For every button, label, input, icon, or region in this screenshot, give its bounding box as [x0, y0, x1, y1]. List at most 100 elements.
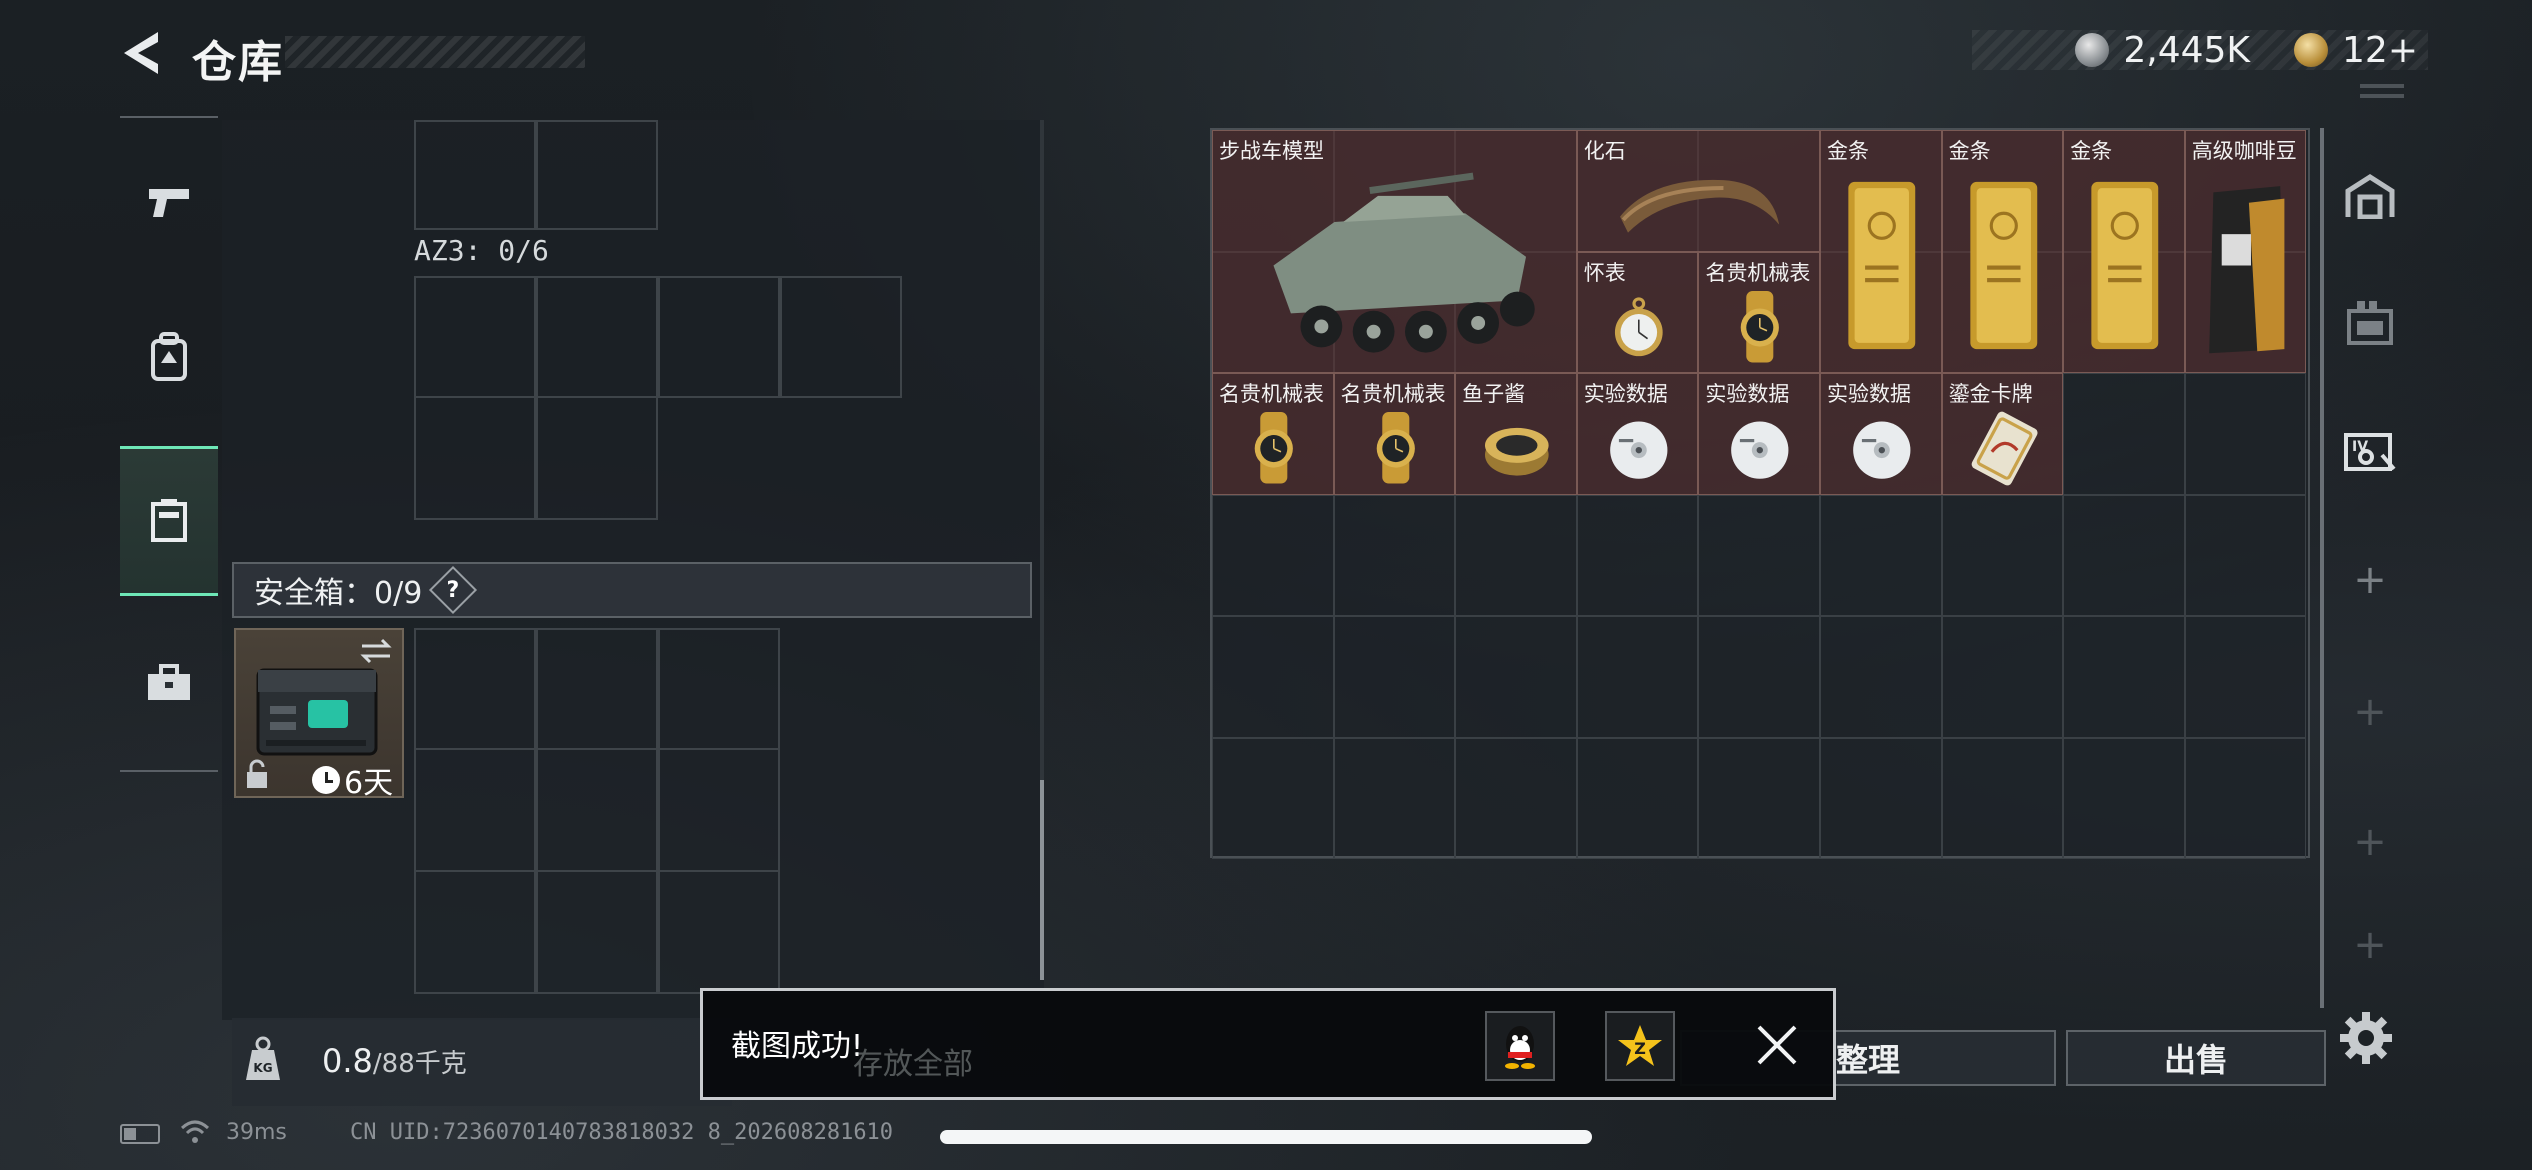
grid-cell[interactable]: [414, 748, 536, 872]
grid-cell[interactable]: [2184, 616, 2307, 738]
grid-cell[interactable]: [414, 396, 536, 520]
inventory-item-gold-bar[interactable]: 金条: [1941, 130, 2064, 373]
grid-cell[interactable]: [658, 276, 780, 398]
add-icon: +: [2353, 689, 2387, 735]
inventory-item-watch[interactable]: 名贵机械表: [1333, 373, 1456, 496]
grid-cell[interactable]: [1333, 616, 1456, 738]
grid-cell[interactable]: [1455, 494, 1577, 616]
inventory-item-coffee-bag[interactable]: 高级咖啡豆: [2184, 130, 2307, 373]
nav-weapons[interactable]: [120, 128, 218, 278]
add-icon: +: [2353, 922, 2387, 968]
right-nav-add-4[interactable]: +: [2330, 910, 2410, 980]
grid-cell[interactable]: [1212, 616, 1334, 738]
inventory-item-caviar[interactable]: 鱼子酱: [1455, 373, 1577, 495]
grid-cell[interactable]: [658, 870, 780, 994]
grid-cell[interactable]: [536, 870, 658, 994]
grid-cell[interactable]: [1212, 494, 1334, 616]
grid-cell[interactable]: [1455, 616, 1577, 738]
grid-cell[interactable]: [2184, 494, 2307, 616]
grid-cell[interactable]: [1820, 494, 1942, 616]
inventory-item-disc[interactable]: 实验数据: [1820, 373, 1942, 495]
grid-cell[interactable]: [1576, 737, 1699, 859]
silver-coin-icon: [2075, 33, 2110, 67]
share-qzone-button[interactable]: Z: [1605, 1011, 1675, 1081]
grid-cell[interactable]: [780, 276, 902, 398]
right-nav-add-2[interactable]: +: [2330, 652, 2410, 772]
grid-cell[interactable]: [536, 120, 658, 230]
grid-cell[interactable]: [1576, 616, 1699, 738]
grid-cell[interactable]: [536, 628, 658, 750]
grid-cell[interactable]: [1698, 737, 1820, 859]
grid-cell[interactable]: [2063, 737, 2185, 859]
right-nav-add-1[interactable]: +: [2330, 520, 2410, 640]
weight-current: 0.8: [322, 1042, 373, 1080]
inventory-item-ifv-model[interactable]: 步战车模型: [1212, 130, 1577, 373]
watch-icon: [1341, 404, 1451, 496]
back-arrow-icon[interactable]: [118, 28, 164, 78]
gear-icon[interactable]: [2338, 1010, 2394, 1066]
grid-cell[interactable]: [536, 748, 658, 872]
grid-cell[interactable]: [1455, 737, 1577, 859]
weight-max: /88千克: [372, 1049, 467, 1079]
grid-cell[interactable]: [1333, 494, 1456, 616]
nav-toolbox[interactable]: [120, 608, 218, 758]
inventory-item-disc[interactable]: 实验数据: [1698, 373, 1820, 495]
close-icon[interactable]: [1749, 1017, 1805, 1073]
inventory-item-pocket-watch[interactable]: 怀表: [1576, 251, 1699, 373]
safe-box-label: 安全箱：0/9: [254, 576, 423, 611]
grid-cell[interactable]: [658, 748, 780, 872]
right-nav-thumb[interactable]: [2320, 128, 2324, 1008]
grid-cell[interactable]: [2063, 616, 2185, 738]
right-nav-garage[interactable]: [2330, 136, 2410, 256]
disc-icon: [1827, 404, 1937, 496]
inventory-item-gilded-card[interactable]: 鎏金卡牌: [1941, 373, 2064, 495]
ticket-icon: IV: [2344, 433, 2396, 471]
grid-cell[interactable]: [1698, 494, 1820, 616]
home-indicator[interactable]: [940, 1130, 1592, 1144]
garage-icon: [2345, 174, 2395, 219]
grid-cell[interactable]: [1941, 616, 2064, 738]
title-decoration: [285, 36, 585, 68]
backpack-icon: [151, 332, 187, 381]
inventory-item-fossil[interactable]: 化石: [1576, 130, 1820, 252]
grid-cell[interactable]: [414, 120, 536, 230]
nav-backpack[interactable]: [120, 282, 218, 432]
grid-cell[interactable]: [536, 396, 658, 520]
inventory-item-disc[interactable]: 实验数据: [1576, 373, 1699, 495]
add-icon: +: [2353, 819, 2387, 865]
menu-lines-icon: [2360, 84, 2404, 98]
inventory-item-gold-bar[interactable]: 金条: [2063, 130, 2185, 373]
right-nav-add-3[interactable]: +: [2330, 782, 2410, 902]
nav-chest-rig[interactable]: [120, 446, 218, 596]
storage-grid: 步战车模型 化石 怀表 名贵机械表 金条 金条 金条 高级咖啡豆 名贵机械表 名贵机械表 鱼子酱实…: [1210, 128, 2310, 859]
weight-display: 0.8/88千克: [322, 1042, 467, 1080]
grid-cell[interactable]: [1941, 737, 2064, 859]
grid-cell[interactable]: [2184, 737, 2307, 859]
grid-cell[interactable]: [414, 870, 536, 994]
grid-cell[interactable]: [1576, 494, 1699, 616]
grid-cell[interactable]: [1820, 616, 1942, 738]
grid-cell[interactable]: [414, 276, 536, 398]
grid-cell[interactable]: [1698, 616, 1820, 738]
grid-cell[interactable]: [1333, 737, 1456, 859]
grid-cell[interactable]: [1212, 737, 1334, 859]
share-qq-button[interactable]: [1485, 1011, 1555, 1081]
safe-box-duration: 6天: [312, 758, 393, 802]
sell-button[interactable]: 出售: [2066, 1030, 2326, 1086]
grid-cell[interactable]: [658, 628, 780, 750]
inventory-item-gold-bar[interactable]: 金条: [1820, 130, 1942, 373]
grid-cell[interactable]: [2063, 373, 2185, 495]
inventory-item-watch[interactable]: 名贵机械表: [1698, 251, 1820, 373]
left-scrollbar-thumb[interactable]: [1040, 780, 1044, 980]
right-nav-ticket[interactable]: IV: [2330, 390, 2410, 510]
grid-cell[interactable]: [2063, 494, 2185, 616]
grid-cell[interactable]: [1941, 494, 2064, 616]
right-nav-storage[interactable]: [2330, 262, 2410, 382]
grid-cell[interactable]: [1820, 737, 1942, 859]
help-button[interactable]: ?: [429, 565, 478, 615]
inventory-item-watch[interactable]: 名贵机械表: [1212, 373, 1334, 495]
swap-icon[interactable]: [356, 636, 396, 666]
grid-cell[interactable]: [414, 628, 536, 750]
grid-cell[interactable]: [2184, 373, 2307, 495]
grid-cell[interactable]: [536, 276, 658, 398]
